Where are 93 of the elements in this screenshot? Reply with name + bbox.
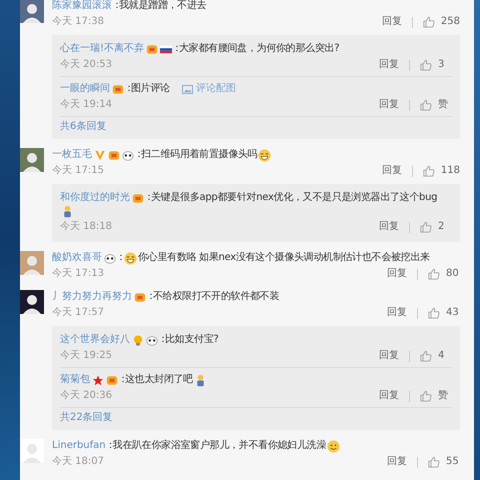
like-count: 4 <box>438 349 446 363</box>
member-badge-icon <box>108 150 120 160</box>
smiley-icon <box>327 440 340 452</box>
colon: ： <box>146 290 153 304</box>
thumbs-up-icon[interactable] <box>420 390 432 402</box>
bulb-icon <box>132 334 144 346</box>
flag-icon <box>160 44 172 54</box>
avatar <box>20 251 44 275</box>
thumbs-up-icon[interactable] <box>428 456 440 468</box>
panda-icon <box>104 252 116 264</box>
comment-text: 大家都有腰间盘，为何你的那么突出? <box>179 42 340 56</box>
like-count: 2 <box>438 220 446 234</box>
thumbs-up-icon[interactable] <box>420 99 432 111</box>
user-name-link[interactable]: 心在一瑞!不离不弃 <box>60 42 144 56</box>
colon: ： <box>172 42 180 56</box>
member-badge-icon <box>106 374 118 386</box>
more-replies-link[interactable]: 共6条回复 <box>60 116 452 135</box>
grinning-face-icon <box>258 148 272 162</box>
comment-text: 比如支付宝? <box>165 333 219 347</box>
colon: ： <box>134 148 141 162</box>
star-icon <box>92 374 104 386</box>
colon: ： <box>144 191 151 205</box>
thumbs-up-icon[interactable] <box>420 221 432 233</box>
comment-text: 我在趴在你家浴室窗户那儿，并不看你媳妇儿洗澡 <box>112 439 326 453</box>
like-count: 55 <box>446 455 460 469</box>
like-count: 43 <box>446 306 460 320</box>
timestamp: 今天 17:15 <box>52 164 104 178</box>
thumbs-up-icon[interactable] <box>422 165 435 177</box>
colon: ： <box>158 333 165 347</box>
member-badge-icon <box>132 192 144 204</box>
timestamp: 今天 20:36 <box>60 389 112 403</box>
comment-text: 你心里有数咯 如果nex没有这个摄像头调动机制估计也不会被挖出来 <box>138 251 430 265</box>
reply-link[interactable]: 回复 <box>387 267 407 281</box>
verified-v-icon <box>94 150 106 160</box>
user-name-link[interactable]: 酸奶欢喜哥 <box>52 251 102 265</box>
reply-link[interactable]: 回复 <box>382 15 402 29</box>
member-badge-icon <box>134 292 146 302</box>
reply-link[interactable]: 回复 <box>379 58 399 72</box>
reply-link[interactable]: 回复 <box>379 389 399 403</box>
like-count: 258 <box>440 15 460 29</box>
comment-text: 我就是蹭蹭，不进去 <box>119 0 206 13</box>
panda-icon <box>146 334 158 346</box>
comment-text: 这也太封闭了吧 <box>125 373 193 387</box>
reply-link[interactable]: 回复 <box>382 164 402 178</box>
like-count: 80 <box>446 267 460 281</box>
avatar <box>20 0 44 23</box>
avatar <box>20 290 44 314</box>
thumbs-up-icon[interactable] <box>420 59 432 71</box>
comment-text: 关键是很多app都要针对nex优化，又不是只是浏览器出了这个bug <box>151 191 438 205</box>
comment-text: 图片评论 <box>131 82 170 96</box>
thumbs-up-icon[interactable] <box>428 307 440 319</box>
user-name-link[interactable]: Linerbufan <box>52 439 106 453</box>
timestamp: 今天 17:57 <box>52 306 104 320</box>
timestamp: 今天 20:53 <box>60 58 112 72</box>
reply-link[interactable]: 回复 <box>387 306 407 320</box>
like-count: 3 <box>438 58 446 72</box>
comment-text: 不给权限打不开的软件都不装 <box>153 290 280 304</box>
timestamp: 今天 18:07 <box>52 455 104 469</box>
colon: ： <box>118 373 125 387</box>
user-name-link[interactable]: 菊菊包 <box>60 373 90 387</box>
more-replies-link[interactable]: 共22条回复 <box>60 407 452 426</box>
timestamp: 今天 17:13 <box>52 267 104 281</box>
image-icon <box>182 84 193 94</box>
comment-text: 扫二维码用着前置摄像头吗 <box>141 148 258 162</box>
timestamp: 今天 19:25 <box>60 349 112 363</box>
reply-link[interactable]: 回复 <box>379 98 399 112</box>
user-name-link[interactable]: 和你度过的时光 <box>60 191 130 205</box>
colon: ： <box>106 440 113 453</box>
thumbs-up-icon[interactable] <box>420 350 432 362</box>
like-count: 赞 <box>438 389 449 403</box>
timestamp: 今天 18:18 <box>60 220 112 234</box>
timestamp: 今天 17:38 <box>52 15 104 29</box>
user-name-link[interactable]: 一眼的瞬间 <box>60 82 110 96</box>
reply-link[interactable]: 回复 <box>387 455 407 469</box>
thumbs-up-icon[interactable] <box>428 268 440 280</box>
reply-link[interactable]: 回复 <box>379 349 399 363</box>
member-badge-icon <box>146 44 158 54</box>
reply-link[interactable]: 回复 <box>379 220 399 234</box>
colon: ： <box>112 0 119 13</box>
like-count: 118 <box>440 164 460 178</box>
colon: ： <box>116 251 123 265</box>
member-badge-icon <box>112 84 124 94</box>
like-count: 赞 <box>438 98 449 112</box>
colon: ： <box>124 82 131 96</box>
thumbs-up-icon[interactable] <box>422 16 435 28</box>
user-name-link[interactable]: 这个世界会好八 <box>60 333 130 347</box>
panda-icon <box>122 150 134 160</box>
user-name-link[interactable]: 丿努力努力再努力 <box>52 290 132 304</box>
grinning-face-icon <box>124 252 137 264</box>
user-name-link[interactable]: 一枚五毛 <box>52 148 92 162</box>
avatar <box>20 148 44 172</box>
comment-image-link[interactable]: 评论配图 <box>182 82 236 96</box>
timestamp: 今天 19:14 <box>60 98 112 112</box>
